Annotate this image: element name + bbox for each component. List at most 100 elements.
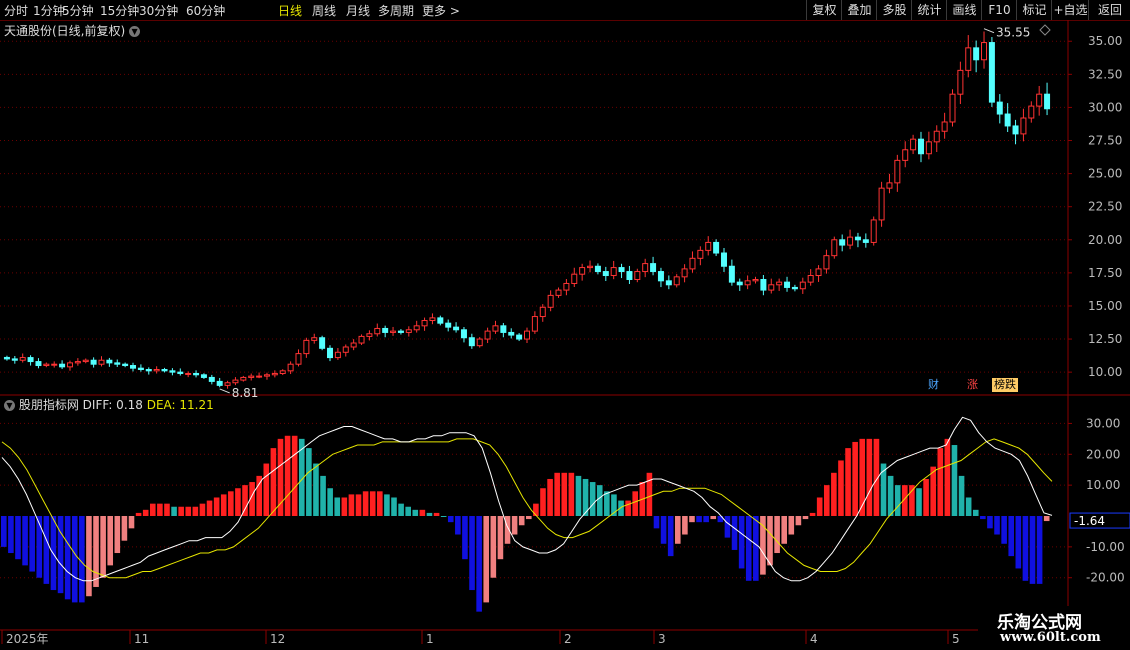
macd-hist-bar-51 — [362, 491, 369, 516]
macd-hist-bar-122 — [866, 438, 873, 516]
toolbar-right-item-8[interactable]: 返回 — [1088, 0, 1130, 20]
candle-body-43 — [342, 346, 349, 353]
macd-hist-bar-24 — [171, 506, 177, 516]
candle-body-83 — [657, 271, 664, 282]
macd-hist-bar-2 — [15, 516, 21, 560]
macd-hist-bar-108 — [767, 516, 773, 566]
candle-body-51 — [405, 329, 412, 333]
toolbar-item-4[interactable]: 30分钟 — [139, 2, 178, 19]
macd-hist-bar-128 — [909, 485, 915, 516]
candle-body-109 — [862, 239, 869, 243]
candle-body-72 — [571, 273, 578, 284]
macd-hist-bar-113 — [802, 516, 809, 520]
macd-hist-bar-16 — [114, 516, 121, 554]
toolbar-right-item-5[interactable]: F10 — [981, 0, 1017, 20]
macd-hist-bar-93 — [660, 516, 667, 544]
toolbar-item-3[interactable]: 15分钟 — [100, 2, 139, 19]
candle-body-45 — [358, 335, 365, 344]
candle-body-52 — [413, 325, 420, 331]
candle-body-74 — [587, 265, 594, 269]
macd-hist-bar-134 — [951, 445, 958, 516]
toolbar-item-9[interactable]: 多周期 — [378, 2, 414, 19]
macd-hist-bar-143 — [1015, 516, 1022, 569]
toolbar-right-item-4[interactable]: 画线 — [946, 0, 982, 20]
candle-body-126 — [996, 101, 1003, 115]
candle-body-79 — [626, 271, 633, 280]
macd-hist-bar-136 — [965, 497, 972, 516]
macd-hist-bar-72 — [511, 516, 518, 535]
candle-body-6 — [51, 363, 58, 366]
chevron-down-icon[interactable]: ▼ — [4, 400, 15, 411]
macd-hist-bar-22 — [157, 503, 163, 516]
toolbar-right-item-0[interactable]: 复权 — [806, 0, 842, 20]
low-annotation-arrow — [219, 388, 230, 394]
toolbar-item-6[interactable]: 日线 — [278, 2, 302, 19]
toolbar-right-item-2[interactable]: 多股 — [876, 0, 912, 20]
candle-body-21 — [169, 370, 176, 373]
macd-hist-bar-12 — [86, 516, 92, 597]
candle-body-117 — [925, 141, 932, 155]
candle-body-64 — [508, 331, 515, 336]
toolbar-item-1[interactable]: 1分钟 — [33, 2, 65, 19]
main-y-tick-label-3: 27.50 — [1088, 134, 1122, 148]
candle-body-29 — [232, 379, 239, 384]
candle-body-25 — [200, 374, 207, 378]
indicator-name: 股朋指标网 — [18, 398, 79, 412]
macd-hist-bar-89 — [632, 491, 639, 516]
macd-hist-bar-132 — [937, 448, 944, 516]
candle-body-48 — [382, 327, 389, 333]
macd-hist-bar-83 — [589, 482, 596, 516]
candle-body-114 — [902, 149, 909, 161]
candle-body-100 — [791, 286, 798, 290]
toolbar-item-7[interactable]: 周线 — [312, 2, 336, 19]
candle-body-17 — [137, 367, 144, 370]
main-y-tick-label-5: 22.50 — [1088, 200, 1122, 214]
toolbar-item-8[interactable]: 月线 — [346, 2, 370, 19]
candle-body-65 — [516, 334, 523, 340]
candle-body-115 — [910, 138, 917, 151]
macd-hist-bar-38 — [270, 448, 277, 516]
candle-body-85 — [673, 276, 680, 286]
toolbar-item-0[interactable]: 分时 — [4, 2, 28, 19]
candle-body-105 — [831, 239, 838, 257]
info-badge-2[interactable]: 榜跌 — [992, 378, 1018, 392]
macd-hist-bar-145 — [1029, 516, 1036, 584]
macd-hist-bar-106 — [753, 516, 759, 581]
x-axis-label-0: 2025年 — [6, 632, 49, 646]
macd-hist-bar-21 — [149, 503, 156, 516]
toolbar-right-item-6[interactable]: 标记 — [1016, 0, 1052, 20]
candle-body-36 — [287, 363, 294, 372]
toolbar-right-item-7[interactable]: +自选 — [1051, 0, 1089, 20]
candle-body-4 — [35, 361, 42, 367]
macd-hist-bar-28 — [199, 503, 206, 516]
macd-hist-bar-6 — [43, 516, 50, 584]
macd-hist-bar-78 — [554, 472, 560, 516]
macd-hist-bar-34 — [242, 485, 248, 516]
macd-hist-bar-19 — [135, 512, 142, 516]
macd-hist-bar-100 — [710, 516, 717, 520]
candle-body-120 — [949, 93, 956, 123]
candle-body-24 — [193, 372, 200, 376]
toolbar-right-item-1[interactable]: 叠加 — [841, 0, 877, 20]
macd-hist-bar-81 — [575, 475, 582, 516]
candle-body-50 — [397, 330, 404, 333]
macd-hist-bar-57 — [405, 506, 411, 516]
macd-hist-bar-120 — [852, 441, 858, 516]
info-badge-1[interactable]: 涨 — [965, 378, 980, 392]
candle-body-66 — [524, 330, 530, 340]
toolbar-item-5[interactable]: 60分钟 — [186, 2, 225, 19]
macd-hist-bar-105 — [745, 516, 752, 581]
macd-hist-bar-142 — [1008, 516, 1015, 557]
macd-hist-bar-70 — [497, 516, 504, 560]
chart-canvas[interactable]: 35.00 32.50 30.00 27.50 25.00 22.50 20.00 17.50… — [0, 20, 1130, 650]
macd-hist-bar-139 — [987, 516, 993, 529]
high-annotation-label: 35.55 — [996, 26, 1030, 40]
candle-body-107 — [847, 236, 854, 246]
toolbar-item-2[interactable]: 5分钟 — [62, 2, 94, 19]
macd-hist-bar-49 — [348, 494, 355, 516]
info-badge-0[interactable]: 财 — [926, 378, 941, 392]
candle-body-88 — [697, 249, 704, 259]
toolbar-right-item-3[interactable]: 统计 — [911, 0, 947, 20]
candle-body-5 — [43, 363, 50, 367]
toolbar-item-10[interactable]: 更多 > — [422, 2, 460, 19]
